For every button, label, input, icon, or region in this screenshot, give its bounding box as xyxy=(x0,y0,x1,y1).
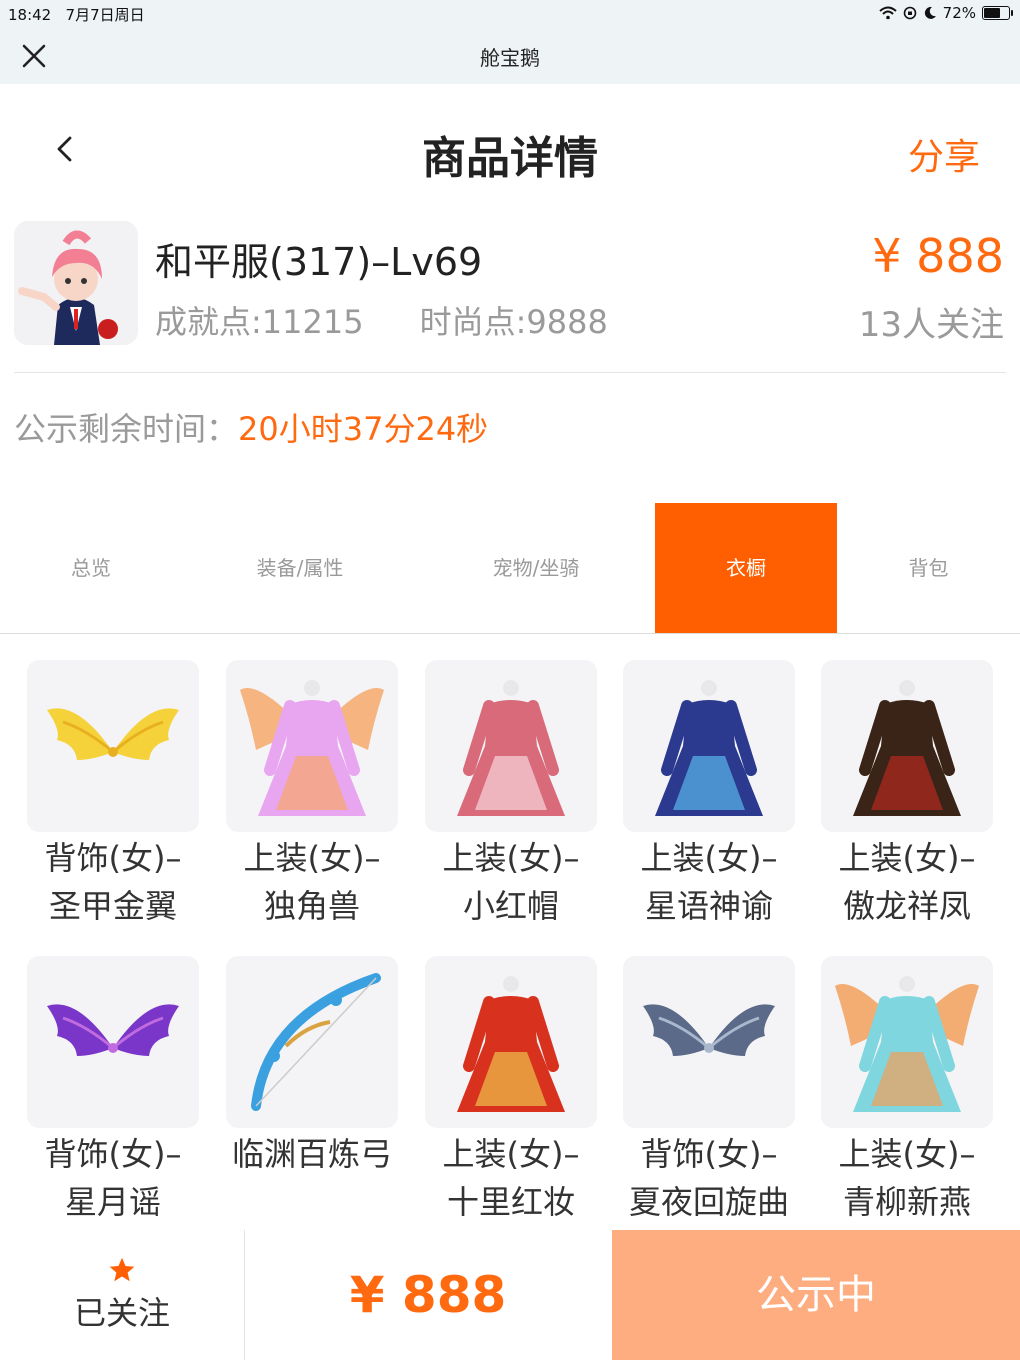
wardrobe-item[interactable]: 上装(女)– 小红帽 xyxy=(425,660,597,930)
tab-equipment[interactable]: 装备/属性 xyxy=(200,503,400,633)
item-art xyxy=(643,1004,775,1056)
item-thumbnail[interactable] xyxy=(425,956,597,1128)
page-header: 商品详情 分享 xyxy=(0,84,1020,204)
product-stats: 成就点:11215 时尚点:9888 xyxy=(155,297,608,343)
wardrobe-item[interactable]: 临渊百炼弓 xyxy=(226,956,398,1178)
item-art xyxy=(47,708,179,760)
item-name-label: 十里红妆 xyxy=(446,1183,575,1221)
item-thumbnail[interactable] xyxy=(623,660,795,832)
item-art xyxy=(853,680,961,816)
item-type-label: 上装(女)– xyxy=(640,839,778,877)
wardrobe-item[interactable]: 上装(女)– 星语神谕 xyxy=(623,660,795,930)
tab-bar: 总览 装备/属性 宠物/坐骑 衣橱 背包 xyxy=(0,503,1020,634)
item-type-label: 背饰(女)– xyxy=(640,1135,778,1173)
item-art xyxy=(251,973,381,1111)
item-type-label: 上装(女)– xyxy=(442,1135,580,1173)
item-thumbnail[interactable] xyxy=(821,956,993,1128)
item-art xyxy=(47,1004,179,1056)
item-name-label: 夏夜回旋曲 xyxy=(628,1183,789,1221)
item-art xyxy=(835,976,979,1112)
item-name-label: 小红帽 xyxy=(462,887,559,925)
wifi-icon xyxy=(878,6,897,20)
item-thumbnail[interactable] xyxy=(27,660,199,832)
battery-icon xyxy=(982,6,1013,20)
status-time: 18:42 7月7日周日 xyxy=(8,4,145,25)
item-type-label: 临渊百炼弓 xyxy=(231,1135,392,1173)
product-name: 和平服(317)–Lv69 xyxy=(155,240,483,284)
item-name-label: 独角兽 xyxy=(263,887,360,925)
character-portrait xyxy=(14,221,138,345)
item-type-label: 上装(女)– xyxy=(838,1135,976,1173)
product-price: ¥ 888 xyxy=(872,229,1004,283)
item-art xyxy=(240,680,384,816)
item-thumbnail[interactable] xyxy=(821,660,993,832)
tab-pets-mounts[interactable]: 宠物/坐骑 xyxy=(436,503,636,633)
item-type-label: 背饰(女)– xyxy=(44,839,182,877)
item-type-label: 背饰(女)– xyxy=(44,1135,182,1173)
wardrobe-item[interactable]: 上装(女)– 青柳新燕 xyxy=(821,956,993,1226)
share-button[interactable]: 分享 xyxy=(908,128,980,180)
item-type-label: 上装(女)– xyxy=(243,839,381,877)
status-clock: 18:42 xyxy=(8,6,52,24)
star-icon xyxy=(109,1257,135,1282)
wardrobe-item[interactable]: 上装(女)– 傲龙祥凤 xyxy=(821,660,993,930)
countdown-value: 20小时37分24秒 xyxy=(238,410,489,448)
moon-icon xyxy=(924,6,936,19)
item-thumbnail[interactable] xyxy=(623,956,795,1128)
follow-label: 已关注 xyxy=(73,1294,170,1332)
publicity-status-button[interactable]: 公示中 xyxy=(612,1230,1020,1360)
item-art xyxy=(457,976,565,1112)
status-bar: 18:42 7月7日周日 72% xyxy=(0,0,1020,28)
follower-count: 13人关注 xyxy=(858,305,1004,345)
item-art xyxy=(457,680,565,816)
rotation-lock-icon xyxy=(903,6,916,20)
nav-bar: 舱宝鹅 xyxy=(0,28,1020,84)
wardrobe-item[interactable]: 背饰(女)– 星月谣 xyxy=(27,956,199,1226)
fashion-points: 时尚点:9888 xyxy=(419,303,608,341)
wardrobe-item[interactable]: 背饰(女)– 夏夜回旋曲 xyxy=(623,956,795,1226)
wardrobe-item[interactable]: 背饰(女)– 圣甲金翼 xyxy=(27,660,199,930)
follow-button[interactable]: 已关注 xyxy=(0,1230,245,1360)
item-name-label: 星月谣 xyxy=(64,1183,161,1221)
wardrobe-item[interactable]: 上装(女)– 独角兽 xyxy=(226,660,398,930)
item-name-label: 圣甲金翼 xyxy=(48,887,177,925)
countdown-label: 公示剩余时间： xyxy=(14,410,239,448)
achievement-points: 成就点:11215 xyxy=(155,303,364,341)
status-indicators: 72% xyxy=(878,4,1013,22)
product-summary: 和平服(317)–Lv69 成就点:11215 时尚点:9888 ¥ 888 13… xyxy=(0,215,1020,355)
bottom-price: ¥ 888 xyxy=(349,1266,507,1324)
item-name-label: 星语神谕 xyxy=(644,887,773,925)
tab-overview[interactable]: 总览 xyxy=(0,503,182,633)
character-avatar xyxy=(14,221,138,345)
bottom-bar: 已关注 ¥ 888 公示中 xyxy=(0,1230,1020,1360)
publicity-countdown: 公示剩余时间：20小时37分24秒 xyxy=(14,404,488,450)
status-date: 7月7日周日 xyxy=(65,6,145,24)
item-type-label: 上装(女)– xyxy=(838,839,976,877)
tab-wardrobe[interactable]: 衣橱 xyxy=(655,503,837,633)
tab-backpack[interactable]: 背包 xyxy=(837,503,1020,633)
item-art xyxy=(655,680,763,816)
item-name-label: 青柳新燕 xyxy=(842,1183,971,1221)
wardrobe-item[interactable]: 上装(女)– 十里红妆 xyxy=(425,956,597,1226)
item-thumbnail[interactable] xyxy=(226,956,398,1128)
nav-title: 舱宝鹅 xyxy=(480,46,540,70)
item-thumbnail[interactable] xyxy=(425,660,597,832)
item-thumbnail[interactable] xyxy=(226,660,398,832)
item-thumbnail[interactable] xyxy=(27,956,199,1128)
battery-percent: 72% xyxy=(942,4,976,22)
page-title: 商品详情 xyxy=(422,133,598,184)
item-type-label: 上装(女)– xyxy=(442,839,580,877)
battery-fill xyxy=(984,8,1000,18)
item-name-label: 傲龙祥凤 xyxy=(842,887,971,925)
divider xyxy=(14,372,1006,373)
